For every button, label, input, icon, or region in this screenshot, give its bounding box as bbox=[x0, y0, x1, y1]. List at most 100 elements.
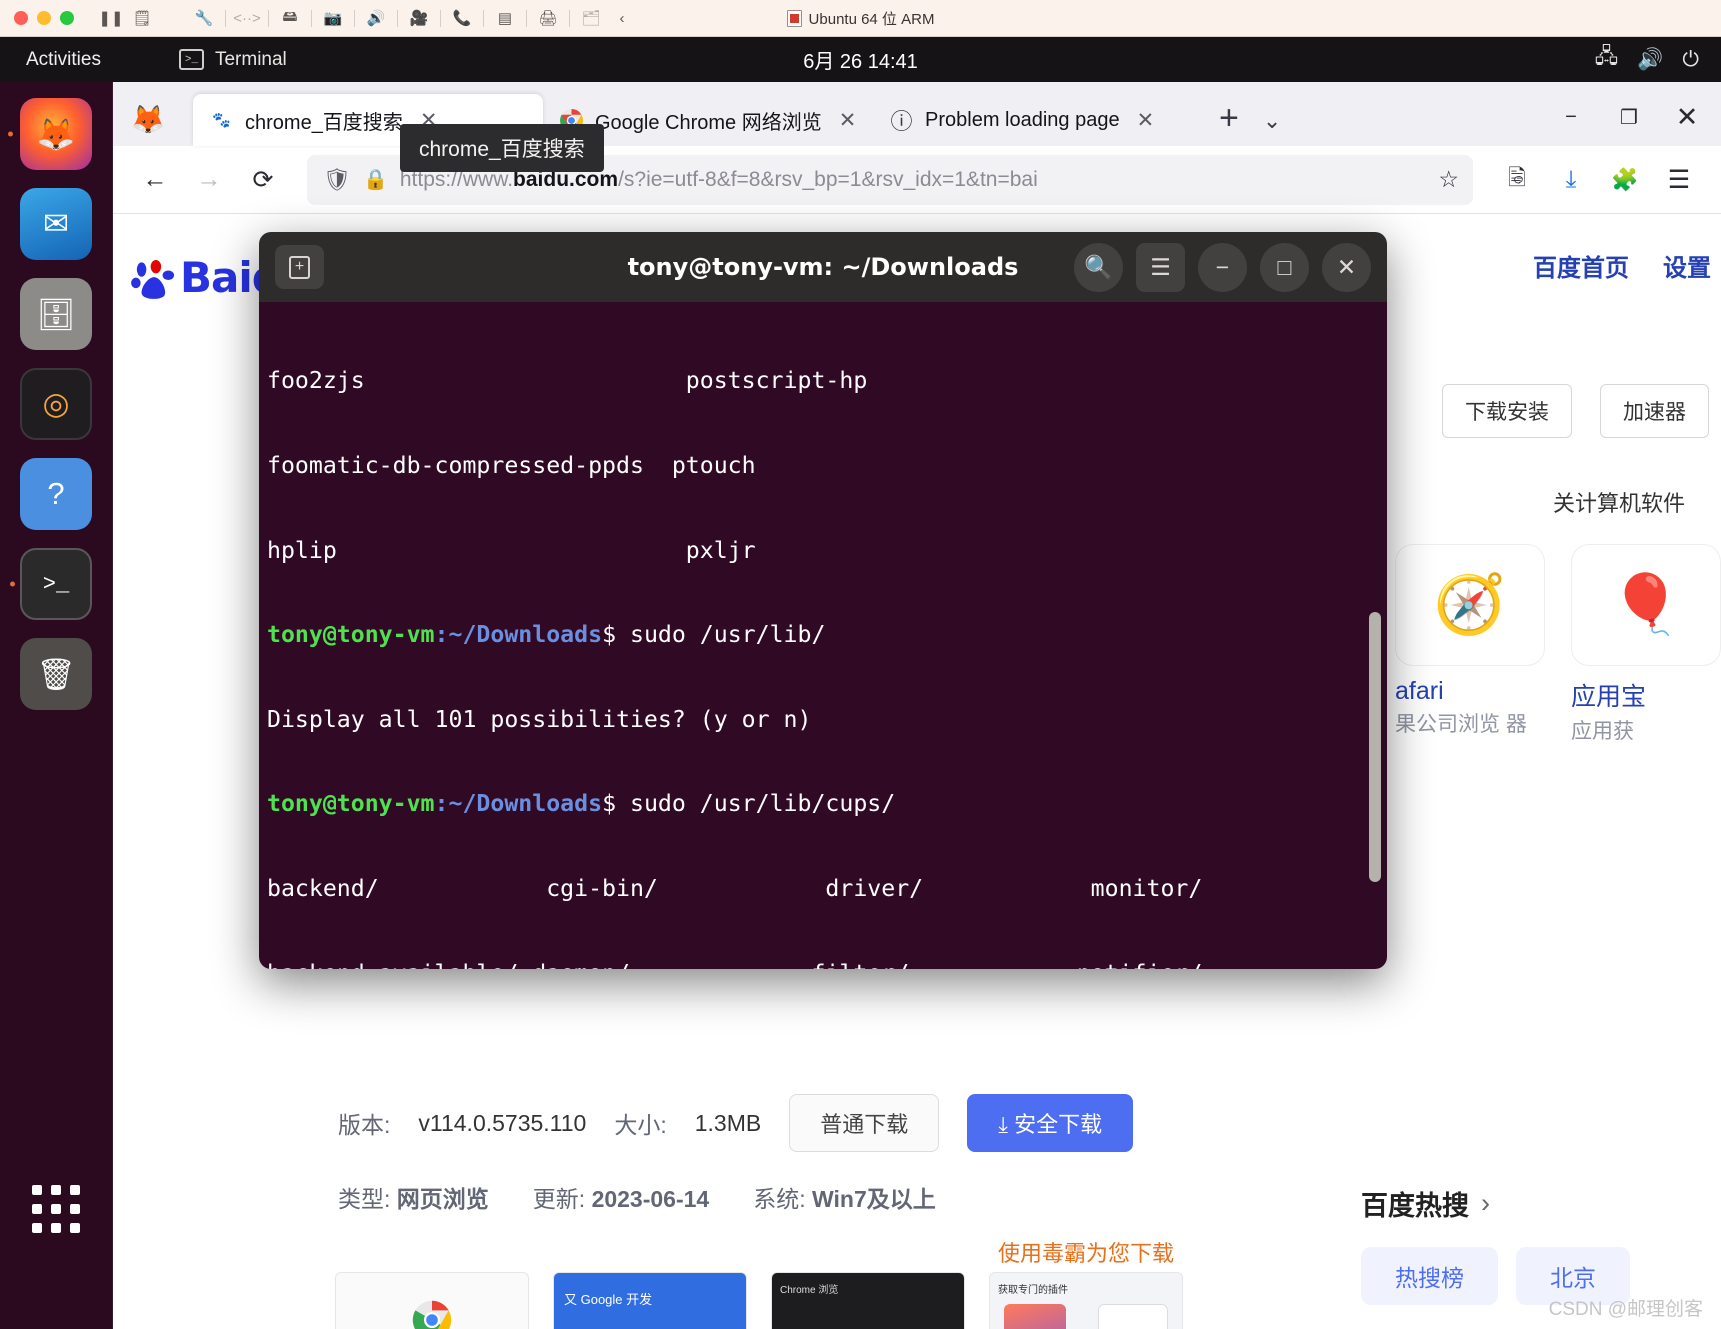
thumbnail[interactable]: Chrome 浏览 Google bbox=[771, 1272, 965, 1329]
window-traffic-lights[interactable] bbox=[14, 11, 74, 25]
power-icon[interactable]: ⏻ bbox=[1682, 48, 1699, 72]
dock-item-firefox[interactable]: 🦊 bbox=[20, 98, 92, 170]
forward-button[interactable]: → bbox=[185, 156, 233, 204]
type-label: 类型: 网页浏览 bbox=[338, 1180, 489, 1214]
collapse-icon[interactable]: ‹ bbox=[609, 6, 635, 30]
system-label: 系统: Win7及以上 bbox=[753, 1180, 936, 1214]
volume-icon[interactable]: 🔊 bbox=[1637, 48, 1663, 72]
thumbnail-caption: 又 Google 开发 bbox=[564, 1289, 652, 1308]
harddisk-icon[interactable]: 🖴 bbox=[277, 6, 303, 30]
app-card[interactable]: 🧭 afari 果公司浏览 器 bbox=[1395, 544, 1545, 745]
close-window-button[interactable] bbox=[14, 11, 28, 25]
tab-hot-list[interactable]: 热搜榜 bbox=[1361, 1247, 1498, 1305]
dock-item-thunderbird[interactable]: ✉ bbox=[20, 188, 92, 260]
search-icon[interactable]: 🔍 bbox=[1074, 243, 1123, 292]
terminal-line: backend-available/ daemon/ filter/ notif… bbox=[263, 960, 1387, 969]
chevron-right-icon[interactable]: › bbox=[1481, 1188, 1490, 1219]
downloads-icon[interactable]: ⤓ bbox=[1547, 156, 1595, 204]
host-toolbar-icons[interactable]: ❚❚ 🗒 🔧 <··> 🖴 📷 🔊 🎥 📞 ▤ 🖨 🗂 ‹ bbox=[98, 6, 635, 30]
settings-wrench-icon[interactable]: 🔧 bbox=[191, 6, 217, 30]
sound-icon[interactable]: 🔊 bbox=[363, 6, 389, 30]
printer-icon[interactable]: 🖨 bbox=[535, 6, 561, 30]
thumbnail[interactable]: hrome，不一样的浏览器体 bbox=[335, 1272, 529, 1329]
thunderbird-icon: ✉ bbox=[43, 206, 69, 242]
minimize-window-button[interactable] bbox=[37, 11, 51, 25]
app-menu-button[interactable]: ☰ bbox=[1655, 156, 1703, 204]
link-baidu-home[interactable]: 百度首页 bbox=[1533, 248, 1629, 283]
share-icon[interactable]: 🗂 bbox=[578, 6, 604, 30]
tab-label: Google Chrome 网络浏览 bbox=[595, 106, 822, 135]
network-icon[interactable]: 🖧 bbox=[1595, 42, 1618, 77]
dock-item-help[interactable]: ? bbox=[20, 458, 92, 530]
grid-dot bbox=[70, 1185, 80, 1195]
firefox-nav-bar: ← → ⟳ 🛡 🔒 https://www.baidu.com/s?ie=utf… bbox=[113, 146, 1721, 214]
dock-item-rhythmbox[interactable]: ◎ bbox=[20, 368, 92, 440]
download-install-button[interactable]: 下载安装 bbox=[1442, 384, 1572, 438]
terminal-prompt-line: tony@tony-vm:~/Downloads$ sudo /usr/lib/… bbox=[263, 790, 1387, 818]
reload-button[interactable]: ⟳ bbox=[239, 156, 287, 204]
dock-item-terminal[interactable]: >_ bbox=[20, 548, 92, 620]
safe-download-button[interactable]: ⤓ 安全下载 bbox=[967, 1094, 1133, 1152]
show-applications-button[interactable] bbox=[32, 1185, 80, 1233]
thumbnail[interactable]: 获取专门的插件 bbox=[989, 1272, 1183, 1329]
minimize-button[interactable]: − bbox=[1547, 97, 1595, 137]
dock-item-files[interactable]: 🗄 bbox=[20, 278, 92, 350]
lock-icon[interactable]: 🔒 bbox=[363, 167, 388, 192]
tab-label: Problem loading page bbox=[925, 109, 1120, 132]
pocket-icon[interactable]: 🗟 bbox=[1493, 156, 1541, 204]
accelerator-button[interactable]: 加速器 bbox=[1600, 384, 1709, 438]
maximize-button[interactable]: □ bbox=[1260, 243, 1309, 292]
terminal-output[interactable]: foo2zjs postscript-hp foomatic-db-compre… bbox=[259, 302, 1387, 969]
clock[interactable]: 6月 26 14:41 bbox=[0, 45, 1721, 74]
new-tab-button[interactable]: + bbox=[1219, 99, 1239, 138]
update-label: 更新: 2023-06-14 bbox=[533, 1180, 709, 1214]
terminal-titlebar-buttons: 🔍 ☰ − □ ✕ bbox=[1074, 243, 1371, 292]
camera-icon[interactable]: 📷 bbox=[320, 6, 346, 30]
hamburger-icon[interactable]: ☰ bbox=[1136, 243, 1185, 292]
safari-icon: 🧭 bbox=[1395, 544, 1545, 666]
watermark: CSDN @邮理创客 bbox=[1549, 1294, 1703, 1321]
extensions-icon[interactable]: 🧩 bbox=[1601, 156, 1649, 204]
dock-item-trash[interactable]: 🗑 bbox=[20, 638, 92, 710]
list-icon[interactable]: ▤ bbox=[492, 6, 518, 30]
version-label: 版本: bbox=[338, 1106, 390, 1140]
divider bbox=[483, 10, 484, 27]
chevron-down-icon[interactable]: ⌄ bbox=[1263, 108, 1281, 134]
close-button[interactable]: ✕ bbox=[1322, 243, 1371, 292]
grid-dot bbox=[32, 1223, 42, 1233]
divider bbox=[569, 10, 570, 27]
network-icon[interactable]: <··> bbox=[234, 6, 260, 30]
shield-icon[interactable]: 🛡 bbox=[323, 167, 351, 193]
normal-download-button[interactable]: 普通下载 bbox=[789, 1094, 939, 1152]
app-name: afari bbox=[1395, 677, 1545, 706]
snapshot-icon[interactable]: 🗒 bbox=[129, 6, 155, 30]
bookmark-star-icon[interactable]: ☆ bbox=[1438, 166, 1459, 193]
terminal-scrollbar[interactable] bbox=[1369, 612, 1381, 882]
gnome-top-bar: Activities >_ Terminal 6月 26 14:41 🖧 🔊 ⏻ bbox=[0, 37, 1721, 82]
system-tray[interactable]: 🖧 🔊 ⏻ bbox=[1595, 42, 1699, 77]
link-settings[interactable]: 设置 bbox=[1663, 248, 1711, 283]
rhythmbox-icon: ◎ bbox=[42, 386, 69, 422]
terminal-titlebar[interactable]: + tony@tony-vm: ~/Downloads 🔍 ☰ − □ ✕ bbox=[259, 232, 1387, 302]
back-button[interactable]: ← bbox=[131, 156, 179, 204]
baidu-paw-icon bbox=[131, 260, 177, 302]
tab-close-icon[interactable]: ✕ bbox=[839, 108, 857, 133]
phone-icon[interactable]: 📞 bbox=[449, 6, 475, 30]
video-icon[interactable]: 🎥 bbox=[406, 6, 432, 30]
maximize-button[interactable]: ❐ bbox=[1605, 97, 1653, 137]
grid-dot bbox=[32, 1204, 42, 1214]
grid-dot bbox=[51, 1185, 61, 1195]
app-desc: 应用获 bbox=[1571, 719, 1721, 745]
tab-close-icon[interactable]: ✕ bbox=[1137, 108, 1155, 133]
new-tab-icon: + bbox=[289, 256, 310, 279]
tab-problem-loading-page[interactable]: ⓘ Problem loading page ✕ bbox=[873, 94, 1203, 146]
firefox-window-controls: − ❐ ✕ bbox=[1547, 97, 1711, 137]
pause-icon[interactable]: ❚❚ bbox=[98, 6, 124, 30]
maximize-window-button[interactable] bbox=[60, 11, 74, 25]
close-button[interactable]: ✕ bbox=[1663, 97, 1711, 137]
thumbnail[interactable]: 又 Google 开发 bbox=[553, 1272, 747, 1329]
app-card[interactable]: 🎈 应用宝 应用获 bbox=[1571, 544, 1721, 745]
minimize-button[interactable]: − bbox=[1198, 243, 1247, 292]
new-terminal-tab-button[interactable]: + bbox=[275, 245, 324, 289]
divider bbox=[354, 10, 355, 27]
